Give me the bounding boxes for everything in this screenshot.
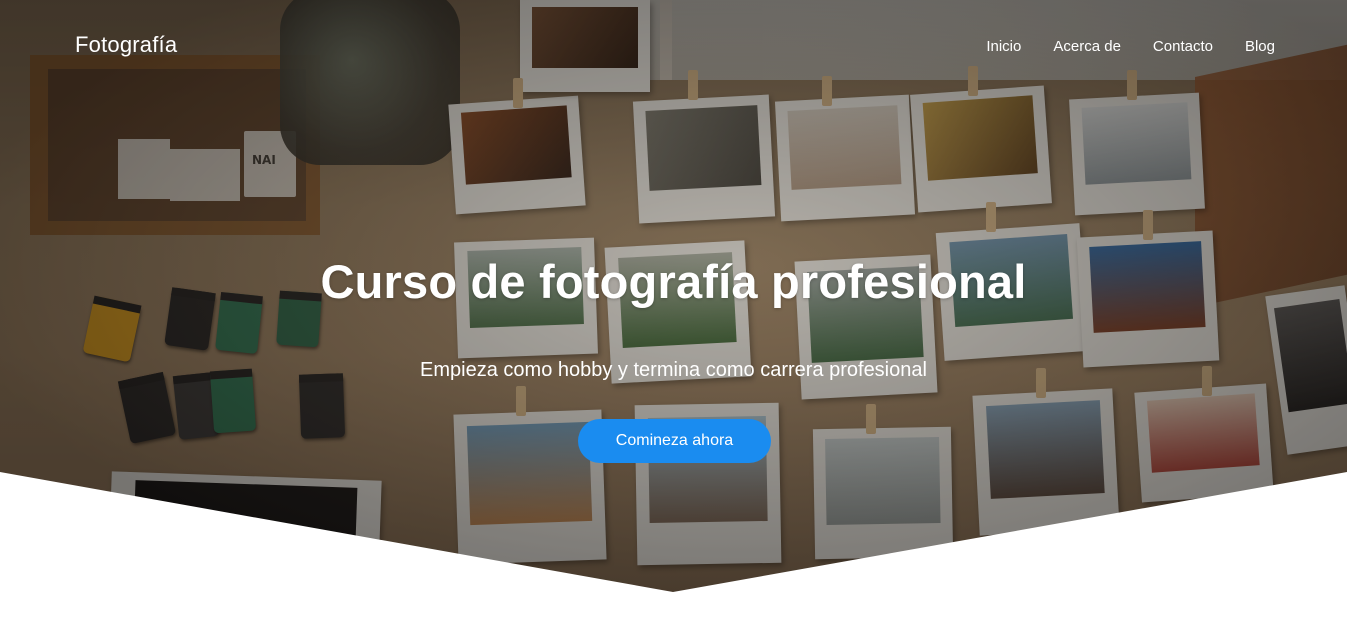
nav-link-inicio[interactable]: Inicio xyxy=(986,38,1021,55)
nav-link-acerca-de[interactable]: Acerca de xyxy=(1053,38,1121,55)
hero-title: Curso de fotografía profesional xyxy=(320,255,1027,308)
navbar: Fotografía Inicio Acerca de Contacto Blo… xyxy=(0,0,1347,95)
brand-logo[interactable]: Fotografía xyxy=(75,32,177,58)
hero-subtitle: Empieza como hobby y termina como carrer… xyxy=(420,359,927,381)
nav-link-contacto[interactable]: Contacto xyxy=(1153,38,1213,55)
start-now-button[interactable]: Comineza ahora xyxy=(578,419,771,463)
hero-section: NAI xyxy=(0,0,1347,639)
nav-links: Inicio Acerca de Contacto Blog xyxy=(986,38,1275,55)
nav-link-blog[interactable]: Blog xyxy=(1245,38,1275,55)
